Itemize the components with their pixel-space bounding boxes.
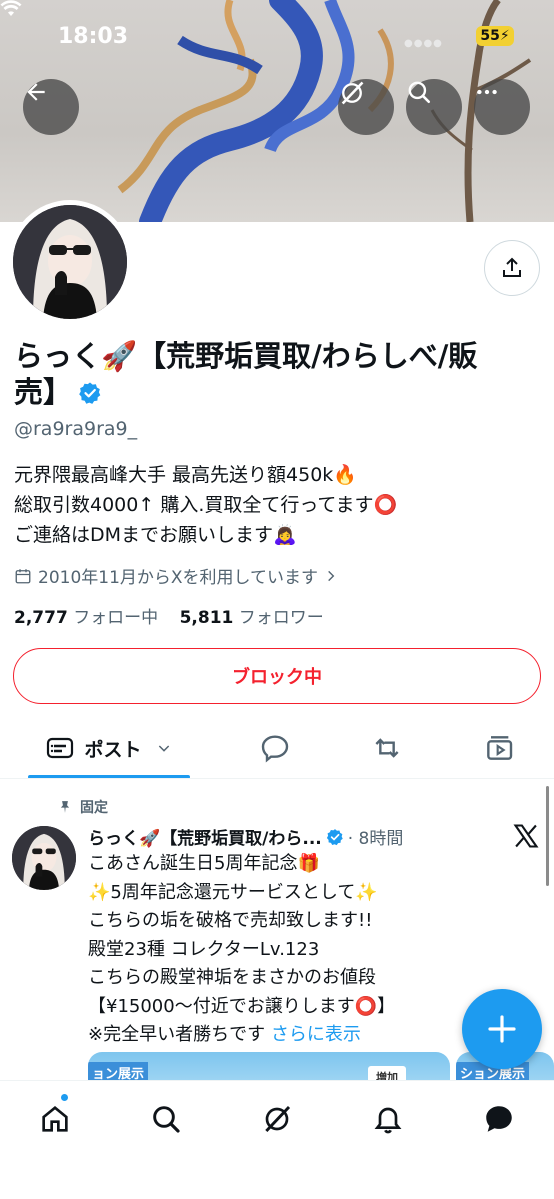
home-icon [42, 1105, 68, 1132]
battery-indicator: 55⚡ [476, 26, 514, 46]
show-more-link[interactable]: さらに表示 [271, 1024, 361, 1045]
post-author-name[interactable]: らっく🚀【荒野垢買取/わら... [88, 824, 322, 849]
more-icon [477, 89, 497, 95]
profile-bio: 元界隈最高峰大手 最高先送り額450k🔥 総取引数4000↑ 購入.買取全て行っ… [14, 460, 534, 550]
tab-reposts[interactable] [362, 720, 412, 776]
nav-home[interactable] [31, 1095, 79, 1143]
verified-badge-icon [326, 828, 343, 845]
posts-list-icon [47, 737, 74, 759]
pinned-label: 固定 [80, 800, 108, 816]
joined-date[interactable]: 2010年11月からXを利用しています [14, 563, 338, 588]
more-button[interactable] [474, 79, 530, 135]
post-line: ※完全早い者勝ちです [88, 1024, 266, 1045]
video-media-icon [487, 736, 513, 760]
tab-media[interactable] [474, 720, 524, 776]
post-line: こあさん誕生日5周年記念🎁 [88, 853, 320, 874]
bio-line: 元界隈最高峰大手 最高先送り額450k🔥 [14, 464, 357, 486]
post-line: こちらの殿堂神垢をまさかのお値段 [88, 967, 376, 988]
grok-button[interactable] [338, 79, 394, 135]
battery-level: 55 [480, 28, 500, 44]
followers-link[interactable]: 5,811 フォロワー [180, 608, 324, 628]
share-icon [503, 257, 521, 277]
blocked-button[interactable]: ブロック中 [13, 648, 541, 704]
follow-stats: 2,777 フォロー中 5,811 フォロワー [14, 603, 324, 628]
profile-handle: @ra9ra9ra9_ [14, 418, 138, 440]
joined-text: 2010年11月からXを利用しています [38, 568, 319, 588]
verified-badge-icon[interactable] [78, 381, 102, 405]
following-label: フォロー中 [73, 608, 159, 628]
pin-icon [60, 801, 70, 813]
notification-dot [60, 1093, 69, 1102]
tab-posts[interactable]: ポスト [28, 720, 190, 776]
search-icon [153, 1106, 180, 1133]
nav-grok[interactable] [253, 1095, 301, 1143]
grok-icon [265, 1105, 291, 1133]
nav-notifications[interactable] [364, 1095, 412, 1143]
tab-posts-label: ポスト [84, 738, 142, 761]
following-link[interactable]: 2,777 フォロー中 [14, 608, 158, 628]
post-line: こちらの垢を破格で売却致します!! [88, 910, 373, 931]
search-button[interactable] [406, 79, 462, 135]
profile-name: らっく🚀【荒野垢買取/わらしべ/販売】 [14, 338, 514, 410]
profile-avatar[interactable] [8, 200, 132, 324]
status-time: 18:03 [58, 24, 129, 49]
chat-bubble-icon [486, 1106, 512, 1132]
post-timestamp[interactable]: · 8時間 [348, 824, 404, 849]
nav-search[interactable] [142, 1095, 190, 1143]
tabs-divider [0, 778, 554, 779]
back-button[interactable] [23, 79, 79, 135]
post-author-avatar[interactable] [12, 826, 76, 890]
post-line: 【¥15000〜付近でお譲りします⭕】 [88, 995, 396, 1017]
chevron-down-icon [158, 745, 169, 752]
search-icon [408, 81, 431, 104]
cellular-signal-icon: ●●●● [404, 38, 443, 49]
arrow-left-icon [27, 83, 45, 101]
bottom-navigation [0, 1080, 554, 1199]
pinned-indicator: 固定 [58, 797, 108, 817]
followers-count: 5,811 [179, 608, 234, 628]
calendar-icon [15, 568, 31, 583]
header-banner[interactable]: 18:03 ●●●● 55⚡ [0, 0, 554, 222]
post-line-last: ※完全早い者勝ちです さらに表示 [88, 1021, 448, 1050]
followers-label: フォロワー [238, 608, 324, 628]
reply-bubble-icon [261, 735, 289, 763]
share-button[interactable] [484, 240, 540, 296]
nav-messages[interactable] [475, 1095, 523, 1143]
grok-icon [341, 81, 364, 105]
profile-tabs: ポスト [0, 720, 554, 779]
avatar-image [13, 205, 127, 319]
compose-post-button[interactable] [462, 989, 542, 1069]
post-line: ✨5周年記念還元サービスとして✨ [88, 881, 378, 903]
scrollbar[interactable] [546, 786, 549, 886]
repost-icon [375, 738, 399, 758]
post-text[interactable]: こあさん誕生日5周年記念🎁 ✨5周年記念還元サービスとして✨ こちらの垢を破格で… [88, 850, 448, 1050]
post-header: らっく🚀【荒野垢買取/わら... · 8時間 [88, 824, 403, 849]
chevron-right-icon [328, 570, 335, 581]
x-logo-icon[interactable] [512, 822, 540, 850]
bio-line: ご連絡はDMまでお願いします🙇‍♀️ [14, 524, 297, 546]
bio-line: 総取引数4000↑ 購入.買取全て行ってます⭕ [14, 494, 398, 516]
post-line: 殿堂23種 コレクターLv.123 [88, 938, 320, 960]
plus-icon [488, 1015, 516, 1043]
wifi-icon [0, 0, 22, 16]
tab-replies[interactable] [250, 720, 300, 776]
bell-icon [374, 1107, 402, 1134]
following-count: 2,777 [14, 608, 68, 628]
